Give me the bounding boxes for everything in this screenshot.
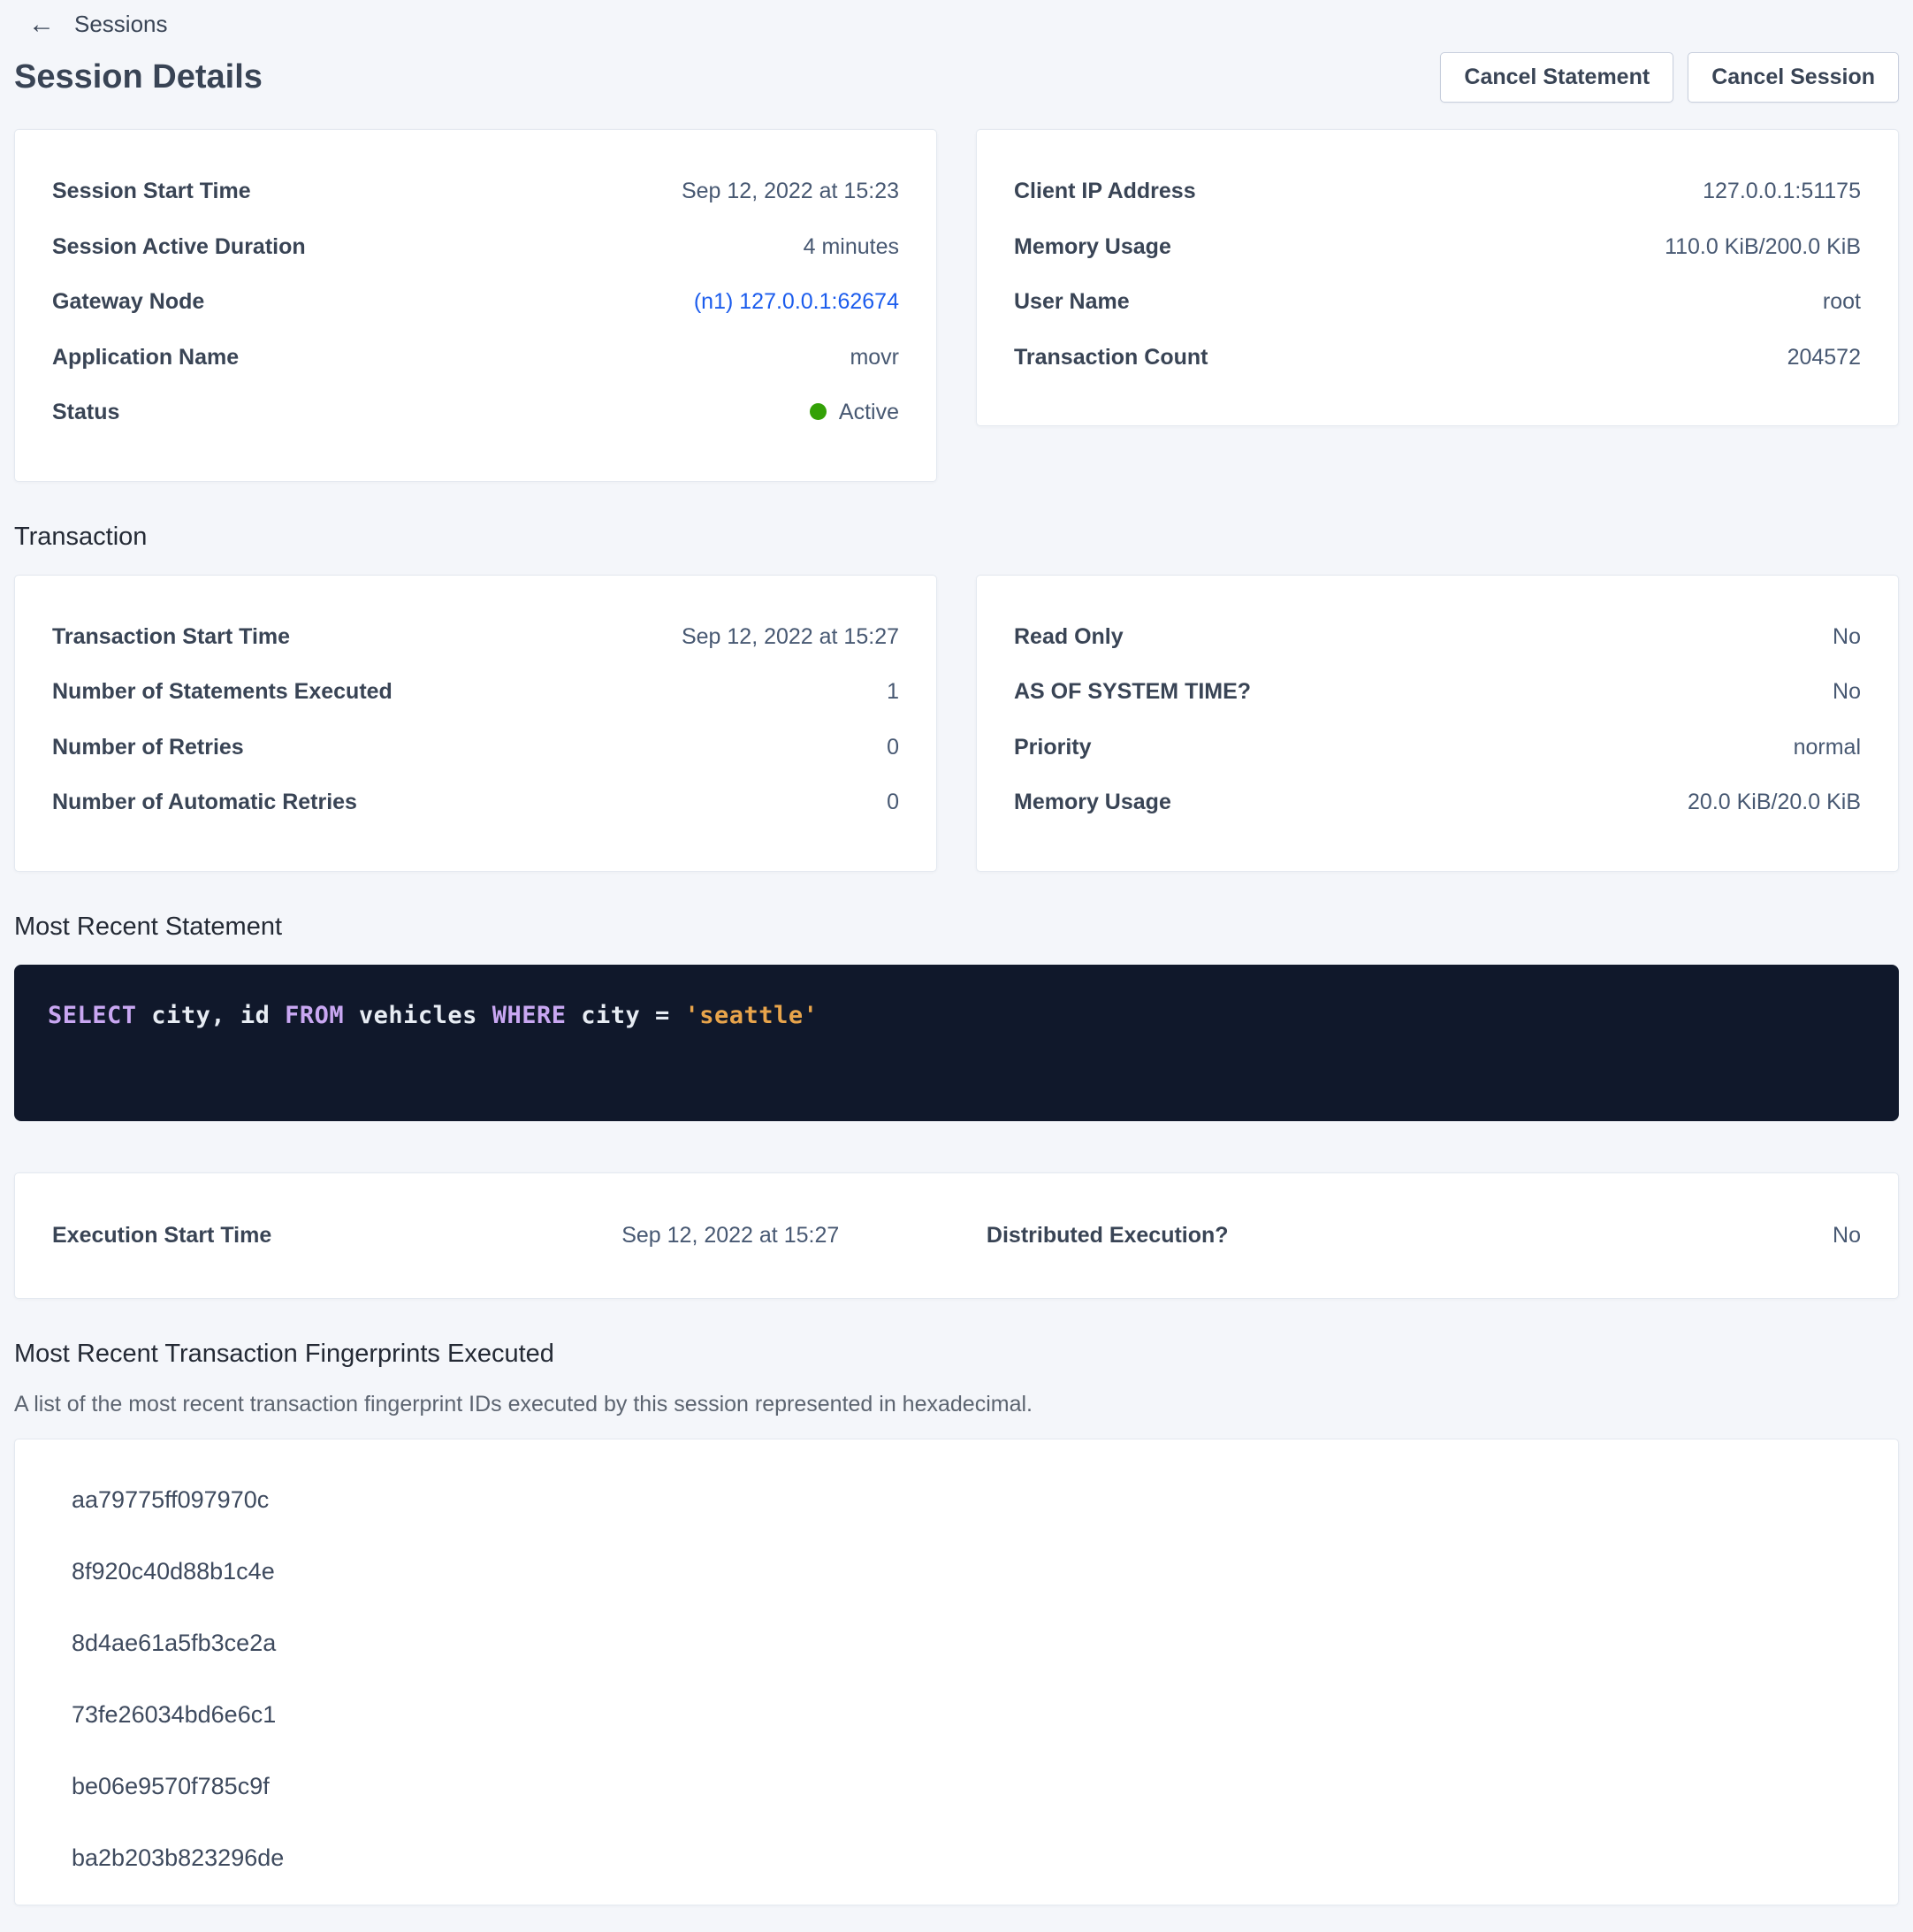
info-value: 127.0.0.1:51175 <box>1703 177 1861 206</box>
back-arrow-icon: ← <box>28 11 55 38</box>
distributed-execution-value: No <box>1409 1223 1862 1249</box>
fingerprint-item: 8d4ae61a5fb3ce2a <box>15 1607 1898 1679</box>
execution-start-time-value: Sep 12, 2022 at 15:27 <box>505 1223 957 1249</box>
info-row: Memory Usage 20.0 KiB/20.0 KiB <box>1014 775 1861 830</box>
statement-section-title: Most Recent Statement <box>14 913 1899 942</box>
cancel-session-button[interactable]: Cancel Session <box>1688 52 1899 103</box>
info-row: Status Active <box>52 385 899 440</box>
sql-token-keyword: SELECT <box>48 1002 137 1029</box>
fingerprint-item: be06e9570f785c9f <box>15 1751 1898 1822</box>
info-row: Session Active Duration 4 minutes <box>52 219 899 275</box>
transaction-card-left: Transaction Start Time Sep 12, 2022 at 15… <box>14 575 937 872</box>
info-row: Priority normal <box>1014 720 1861 775</box>
info-value: normal <box>1794 733 1861 762</box>
transaction-section-title: Transaction <box>14 523 1899 552</box>
info-value: 0 <box>887 733 899 762</box>
info-row: Transaction Start Time Sep 12, 2022 at 15… <box>52 609 899 665</box>
sql-token-keyword: FROM <box>285 1002 344 1029</box>
info-value: root <box>1823 287 1861 317</box>
info-value: Active <box>810 398 899 427</box>
status-dot-icon <box>810 403 827 420</box>
info-label: Client IP Address <box>1014 177 1196 206</box>
sql-token-keyword: WHERE <box>492 1002 567 1029</box>
info-label: AS OF SYSTEM TIME? <box>1014 677 1251 706</box>
info-value: movr <box>850 343 899 372</box>
info-value: 110.0 KiB/200.0 KiB <box>1665 233 1861 262</box>
info-row: Number of Automatic Retries 0 <box>52 775 899 830</box>
info-value: Sep 12, 2022 at 15:23 <box>682 177 899 206</box>
info-row: Number of Statements Executed 1 <box>52 664 899 720</box>
gateway-node-link[interactable]: (n1) 127.0.0.1:62674 <box>694 287 899 317</box>
info-label: Memory Usage <box>1014 233 1171 262</box>
info-label: Application Name <box>52 343 239 372</box>
sql-token-plain: city, id <box>137 1002 286 1029</box>
info-label: Number of Automatic Retries <box>52 788 357 817</box>
info-value: 0 <box>887 788 899 817</box>
info-row: Memory Usage 110.0 KiB/200.0 KiB <box>1014 219 1861 275</box>
info-label: Session Active Duration <box>52 233 306 262</box>
info-row: Client IP Address 127.0.0.1:51175 <box>1014 164 1861 219</box>
distributed-execution-label: Distributed Execution? <box>956 1223 1409 1249</box>
session-details-page: ← Sessions Session Details Cancel Statem… <box>0 0 1913 1932</box>
execution-card: Execution Start Time Sep 12, 2022 at 15:… <box>14 1172 1899 1299</box>
page-title: Session Details <box>14 58 263 96</box>
sql-token-plain: city = <box>566 1002 684 1029</box>
info-value: No <box>1833 677 1861 706</box>
info-label: Number of Retries <box>52 733 244 762</box>
info-label: Session Start Time <box>52 177 251 206</box>
execution-start-time-label: Execution Start Time <box>52 1223 505 1249</box>
transaction-card-right: Read Only No AS OF SYSTEM TIME? No Priority n… <box>976 575 1899 872</box>
sql-token-plain: vehicles <box>344 1002 492 1029</box>
fingerprints-description: A list of the most recent transaction fi… <box>14 1392 1899 1417</box>
info-row: Transaction Count 204572 <box>1014 330 1861 386</box>
session-summary-row: Session Start TimeSep 12, 2022 at 15:23S… <box>14 129 1899 482</box>
info-value: 1 <box>887 677 899 706</box>
fingerprint-item: 8f920c40d88b1c4e <box>15 1536 1898 1607</box>
session-details-card-left: Session Start TimeSep 12, 2022 at 15:23S… <box>14 129 937 482</box>
info-label: User Name <box>1014 287 1130 317</box>
back-link-label: Sessions <box>74 11 168 38</box>
fingerprints-list: aa79775ff097970c8f920c40d88b1c4e8d4ae61a… <box>15 1464 1898 1894</box>
info-label: Number of Statements Executed <box>52 677 393 706</box>
info-value: 20.0 KiB/20.0 KiB <box>1688 788 1861 817</box>
info-row: Number of Retries 0 <box>52 720 899 775</box>
sql-token-string: 'seattle' <box>685 1002 819 1029</box>
info-label: Gateway Node <box>52 287 204 317</box>
fingerprint-item: 73fe26034bd6e6c1 <box>15 1679 1898 1751</box>
back-navigation: ← Sessions <box>14 5 1899 38</box>
fingerprints-section-title: Most Recent Transaction Fingerprints Exe… <box>14 1340 1899 1369</box>
transaction-row: Transaction Start Time Sep 12, 2022 at 15… <box>14 575 1899 872</box>
info-label: Transaction Start Time <box>52 622 290 652</box>
info-value: No <box>1833 622 1861 652</box>
info-row: Gateway Node (n1) 127.0.0.1:62674 <box>52 274 899 330</box>
info-row: Application Name movr <box>52 330 899 386</box>
header-actions: Cancel Statement Cancel Session <box>1440 52 1899 103</box>
info-label: Memory Usage <box>1014 788 1171 817</box>
info-row: Session Start Time Sep 12, 2022 at 15:23 <box>52 164 899 219</box>
fingerprints-card: aa79775ff097970c8f920c40d88b1c4e8d4ae61a… <box>14 1439 1899 1905</box>
info-value: 204572 <box>1787 343 1861 372</box>
info-row: AS OF SYSTEM TIME? No <box>1014 664 1861 720</box>
info-label: Status <box>52 398 119 427</box>
info-label: Priority <box>1014 733 1092 762</box>
sql-statement-box: SELECT city, id FROM vehicles WHERE city… <box>14 965 1899 1121</box>
info-row: Read Only No <box>1014 609 1861 665</box>
info-label: Read Only <box>1014 622 1124 652</box>
info-label: Transaction Count <box>1014 343 1208 372</box>
page-header: Session Details Cancel Statement Cancel … <box>14 52 1899 103</box>
info-row: User Name root <box>1014 274 1861 330</box>
back-to-sessions-link[interactable]: ← Sessions <box>28 11 168 38</box>
info-value: Sep 12, 2022 at 15:27 <box>682 622 899 652</box>
info-value: 4 minutes <box>804 233 899 262</box>
fingerprint-item: ba2b203b823296de <box>15 1822 1898 1894</box>
cancel-statement-button[interactable]: Cancel Statement <box>1440 52 1673 103</box>
session-details-card-right: Client IP Address 127.0.0.1:51175 Memory U… <box>976 129 1899 426</box>
fingerprint-item: aa79775ff097970c <box>15 1464 1898 1536</box>
